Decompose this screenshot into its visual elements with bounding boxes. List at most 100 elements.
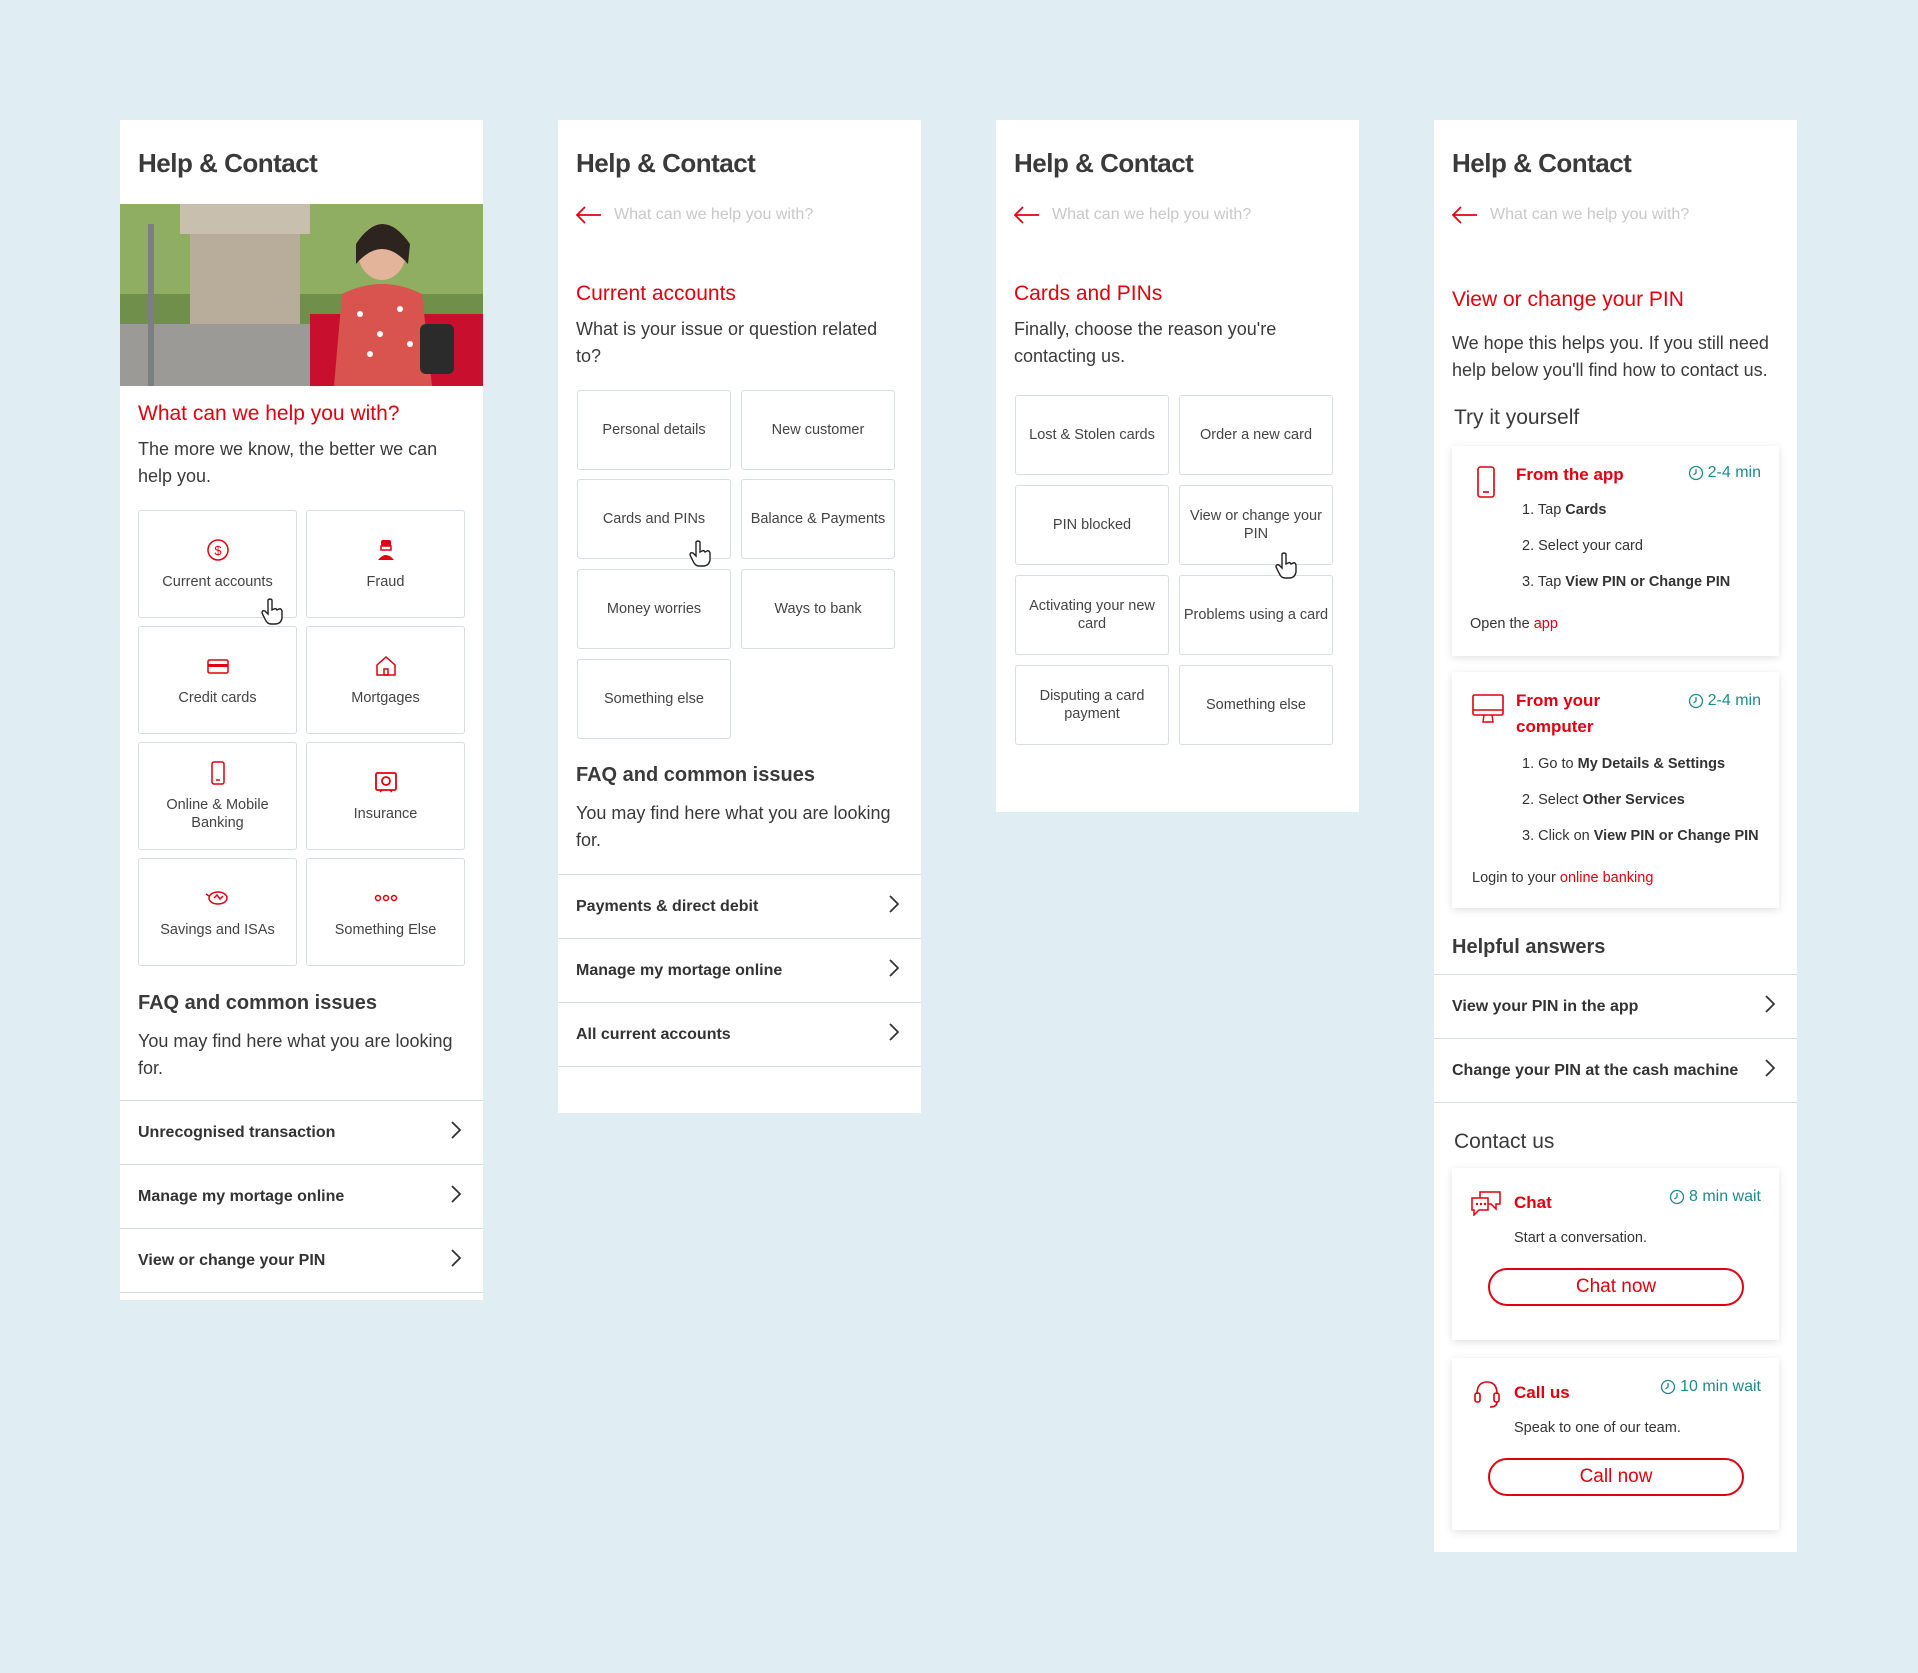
helpful-row-view-pin-app[interactable]: View your PIN in the app [1434, 974, 1797, 1038]
tile-label: Something Else [334, 922, 437, 938]
view-change-pin-screen: Help & Contact What can we help you with… [1434, 120, 1797, 1552]
faq-row-unrecognised-transaction[interactable]: Unrecognised transaction [120, 1100, 483, 1164]
more-dots-icon [373, 885, 399, 911]
tile-label: Fraud [366, 574, 405, 590]
faq-row-manage-mortgage[interactable]: Manage my mortage online [558, 938, 921, 1002]
back-link-label: What can we help you with? [1052, 206, 1252, 223]
page-title: Help & Contact [1014, 148, 1194, 178]
tile-savings-isas[interactable]: Savings and ISAs [138, 858, 297, 966]
contact-us-heading: Contact us [1454, 1130, 1555, 1153]
tile-lost-stolen-cards[interactable]: Lost & Stolen cards [1015, 395, 1169, 475]
clock-icon [1688, 465, 1703, 481]
tile-balance-payments[interactable]: Balance & Payments [741, 479, 895, 559]
tile-label: New customer [771, 422, 865, 438]
chevron-right-icon [1765, 995, 1776, 1018]
dollar-circle-icon: $ [206, 537, 230, 563]
tile-label: Online & Mobile Banking [166, 797, 269, 831]
tile-label: Activating your new card [1029, 598, 1155, 632]
step-2: 2. Select your card [1522, 538, 1643, 554]
tile-label: Current accounts [162, 574, 273, 590]
step-3: 3. Tap View PIN or Change PIN [1522, 574, 1731, 590]
divider [120, 1292, 483, 1293]
step-1: 1. Tap Cards [1522, 502, 1607, 518]
tile-credit-cards[interactable]: Credit cards [138, 626, 297, 734]
card-title: Call us [1514, 1383, 1570, 1402]
tile-personal-details[interactable]: Personal details [577, 390, 731, 470]
chevron-right-icon [889, 959, 900, 982]
tile-label: Personal details [602, 422, 706, 438]
back-link[interactable]: What can we help you with? [1014, 206, 1251, 224]
faq-row-manage-mortgage[interactable]: Manage my mortage online [120, 1164, 483, 1228]
fraudster-icon [374, 537, 398, 563]
tile-order-new-card[interactable]: Order a new card [1179, 395, 1333, 475]
chevron-right-icon [451, 1185, 462, 1208]
faq-row-label: Payments & direct debit [576, 897, 759, 915]
tile-problems-using-card[interactable]: Problems using a card [1179, 575, 1333, 655]
tile-insurance[interactable]: Insurance [306, 742, 465, 850]
faq-heading: FAQ and common issues [576, 764, 815, 786]
time-estimate-label: 10 min wait [1680, 1378, 1761, 1395]
faq-subtitle: You may find here what you are looking f… [576, 803, 891, 850]
cards-pins-screen: Help & Contact What can we help you with… [996, 120, 1359, 812]
tile-something-else[interactable]: Something Else [306, 858, 465, 966]
faq-row-label: Change your PIN at the cash machine [1452, 1061, 1739, 1079]
divider [1434, 1102, 1797, 1103]
tile-view-change-pin[interactable]: View or change your PIN [1179, 485, 1333, 565]
tile-mortgages[interactable]: Mortgages [306, 626, 465, 734]
faq-row-label: Manage my mortage online [138, 1187, 345, 1205]
back-link[interactable]: What can we help you with? [1452, 206, 1689, 224]
tile-online-mobile-banking[interactable]: Online & Mobile Banking [138, 742, 297, 850]
section-subtitle: We hope this helps you. If you still nee… [1452, 333, 1769, 380]
faq-subtitle: You may find here what you are looking f… [138, 1031, 453, 1078]
tile-something-else[interactable]: Something else [577, 659, 731, 739]
credit-card-icon [206, 653, 230, 679]
tile-disputing-card-payment[interactable]: Disputing a card payment [1015, 665, 1169, 745]
clock-icon [1660, 1379, 1676, 1395]
back-link-label: What can we help you with? [614, 206, 814, 223]
tile-label: Order a new card [1199, 427, 1313, 443]
faq-row-label: All current accounts [576, 1025, 731, 1043]
tile-ways-to-bank[interactable]: Ways to bank [741, 569, 895, 649]
headset-icon [1472, 1378, 1502, 1415]
faq-row-view-change-pin[interactable]: View or change your PIN [120, 1228, 483, 1292]
helpful-row-change-pin-cash-machine[interactable]: Change your PIN at the cash machine [1434, 1038, 1797, 1102]
svg-text:$: $ [214, 543, 222, 558]
time-estimate: 10 min wait [1660, 1378, 1761, 1396]
tile-activating-new-card[interactable]: Activating your new card [1015, 575, 1169, 655]
call-card: Call us 10 min wait Speak to one of our … [1452, 1358, 1779, 1530]
tile-label: Balance & Payments [750, 511, 886, 527]
back-link[interactable]: What can we help you with? [576, 206, 813, 224]
call-now-button[interactable]: Call now [1488, 1458, 1744, 1496]
open-app-link[interactable]: app [1534, 616, 1558, 632]
clock-icon [1688, 693, 1703, 709]
tile-something-else[interactable]: Something else [1179, 665, 1333, 745]
clock-icon [1669, 1189, 1685, 1205]
arrow-left-icon [576, 206, 601, 224]
chat-now-button[interactable]: Chat now [1488, 1268, 1744, 1306]
tile-label: Credit cards [178, 690, 257, 706]
tile-label: PIN blocked [1052, 517, 1132, 533]
mobile-phone-icon [209, 760, 227, 786]
tile-fraud[interactable]: Fraud [306, 510, 465, 618]
section-subtitle: What is your issue or question related t… [576, 319, 878, 366]
piggy-bank-icon [205, 885, 231, 911]
hand-cursor-icon [1274, 552, 1300, 585]
tile-label: Mortgages [351, 690, 420, 706]
tile-money-worries[interactable]: Money worries [577, 569, 731, 649]
back-link-label: What can we help you with? [1490, 206, 1690, 223]
hand-cursor-icon [688, 540, 714, 573]
page-title: Help & Contact [576, 148, 756, 178]
login-text: Login to your online banking [1472, 870, 1654, 886]
faq-row-all-current-accounts[interactable]: All current accounts [558, 1002, 921, 1066]
tile-pin-blocked[interactable]: PIN blocked [1015, 485, 1169, 565]
online-banking-link[interactable]: online banking [1560, 870, 1654, 886]
faq-row-label: Manage my mortage online [576, 961, 783, 979]
faq-heading: FAQ and common issues [138, 992, 377, 1014]
faq-row-label: View or change your PIN [138, 1251, 326, 1269]
house-icon [374, 653, 398, 679]
tile-new-customer[interactable]: New customer [741, 390, 895, 470]
faq-row-payments-direct-debit[interactable]: Payments & direct debit [558, 874, 921, 938]
page-title: Help & Contact [138, 148, 318, 178]
faq-row-label: Unrecognised transaction [138, 1123, 336, 1141]
time-estimate: 2-4 min [1688, 464, 1761, 482]
